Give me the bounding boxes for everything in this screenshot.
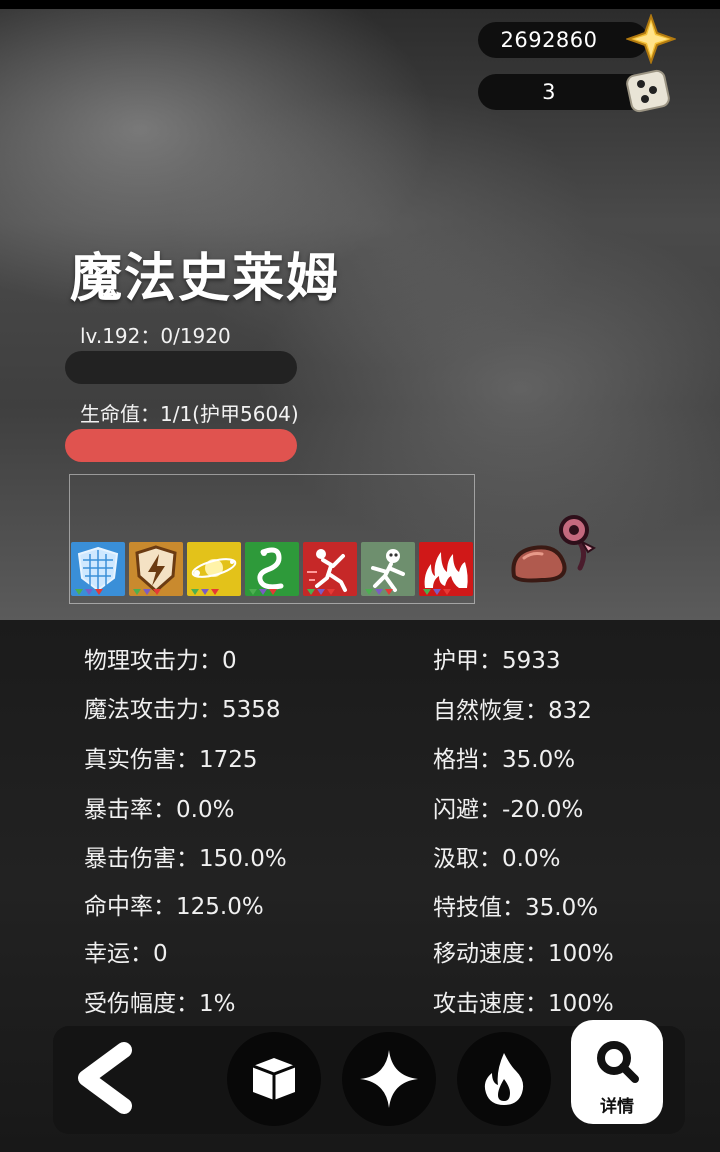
- skill-slot-5[interactable]: [303, 542, 357, 596]
- stat-block: 格挡：35.0%: [433, 747, 576, 773]
- detail-button[interactable]: 详情: [571, 1020, 663, 1124]
- scale-shield-icon: [71, 542, 125, 596]
- skull-shaman-icon: [361, 542, 415, 596]
- character-name: 魔法史莱姆: [70, 249, 341, 309]
- skills-button[interactable]: [342, 1032, 436, 1126]
- stat-crit-rate: 暴击率：0.0%: [84, 797, 235, 823]
- gold-counter: 2692860: [478, 22, 648, 58]
- skill-slot-2[interactable]: [129, 542, 183, 596]
- magic-slime-sprite: [511, 515, 596, 583]
- dice-value: 3: [542, 80, 556, 104]
- stat-armor: 护甲：5933: [433, 648, 561, 674]
- skill-slot-4[interactable]: [245, 542, 299, 596]
- level-progress-bar: [65, 351, 297, 384]
- back-button[interactable]: [68, 1040, 140, 1116]
- stat-attack-speed: 攻击速度：100%: [433, 991, 614, 1017]
- inventory-button[interactable]: [227, 1032, 321, 1126]
- stat-lifesteal: 汲取：0.0%: [433, 846, 561, 872]
- skill-slot-6[interactable]: [361, 542, 415, 596]
- stat-magic-attack: 魔法攻击力：5358: [84, 697, 281, 723]
- skill-slot-1[interactable]: [71, 542, 125, 596]
- hp-bar: [65, 429, 297, 462]
- cube-icon: [252, 1058, 296, 1100]
- serpent-icon: [245, 542, 299, 596]
- stat-move-speed: 移动速度：100%: [433, 941, 614, 967]
- dice-icon: [626, 69, 670, 113]
- stat-crit-damage: 暴击伤害：150.0%: [84, 846, 287, 872]
- dash-runner-icon: [303, 542, 357, 596]
- stat-damage-taken: 受伤幅度：1%: [84, 991, 236, 1017]
- skill-slot-3[interactable]: [187, 542, 241, 596]
- stat-regen: 自然恢复：832: [433, 698, 592, 724]
- stat-luck: 幸运：0: [84, 941, 168, 967]
- orbit-icon: [187, 542, 241, 596]
- stat-true-damage: 真实伤害：1725: [84, 747, 258, 773]
- fire-icon: [484, 1053, 524, 1105]
- stat-hit-rate: 命中率：125.0%: [84, 894, 264, 920]
- status-bar: [0, 0, 720, 9]
- dice-counter: 3: [478, 74, 648, 110]
- stat-dodge: 闪避：-20.0%: [433, 797, 584, 823]
- hp-text: 生命值：1/1(护甲5604): [80, 402, 299, 426]
- gold-value: 2692860: [500, 28, 598, 52]
- skill-slot-7[interactable]: [419, 542, 473, 596]
- stat-physical-attack: 物理攻击力：0: [84, 648, 237, 674]
- detail-label: 详情: [600, 1097, 634, 1117]
- upgrade-button[interactable]: [457, 1032, 551, 1126]
- level-text: lv.192：0/1920: [80, 324, 231, 348]
- stat-skill-value: 特技值：35.0%: [433, 895, 599, 921]
- sparkle-icon: [360, 1050, 418, 1108]
- gold-star-icon: [626, 14, 676, 64]
- flames-icon: [419, 542, 473, 596]
- skill-list: [71, 542, 473, 596]
- lightning-shield-icon: [129, 542, 183, 596]
- chevron-left-icon: [78, 1042, 132, 1114]
- search-icon: [597, 1041, 639, 1083]
